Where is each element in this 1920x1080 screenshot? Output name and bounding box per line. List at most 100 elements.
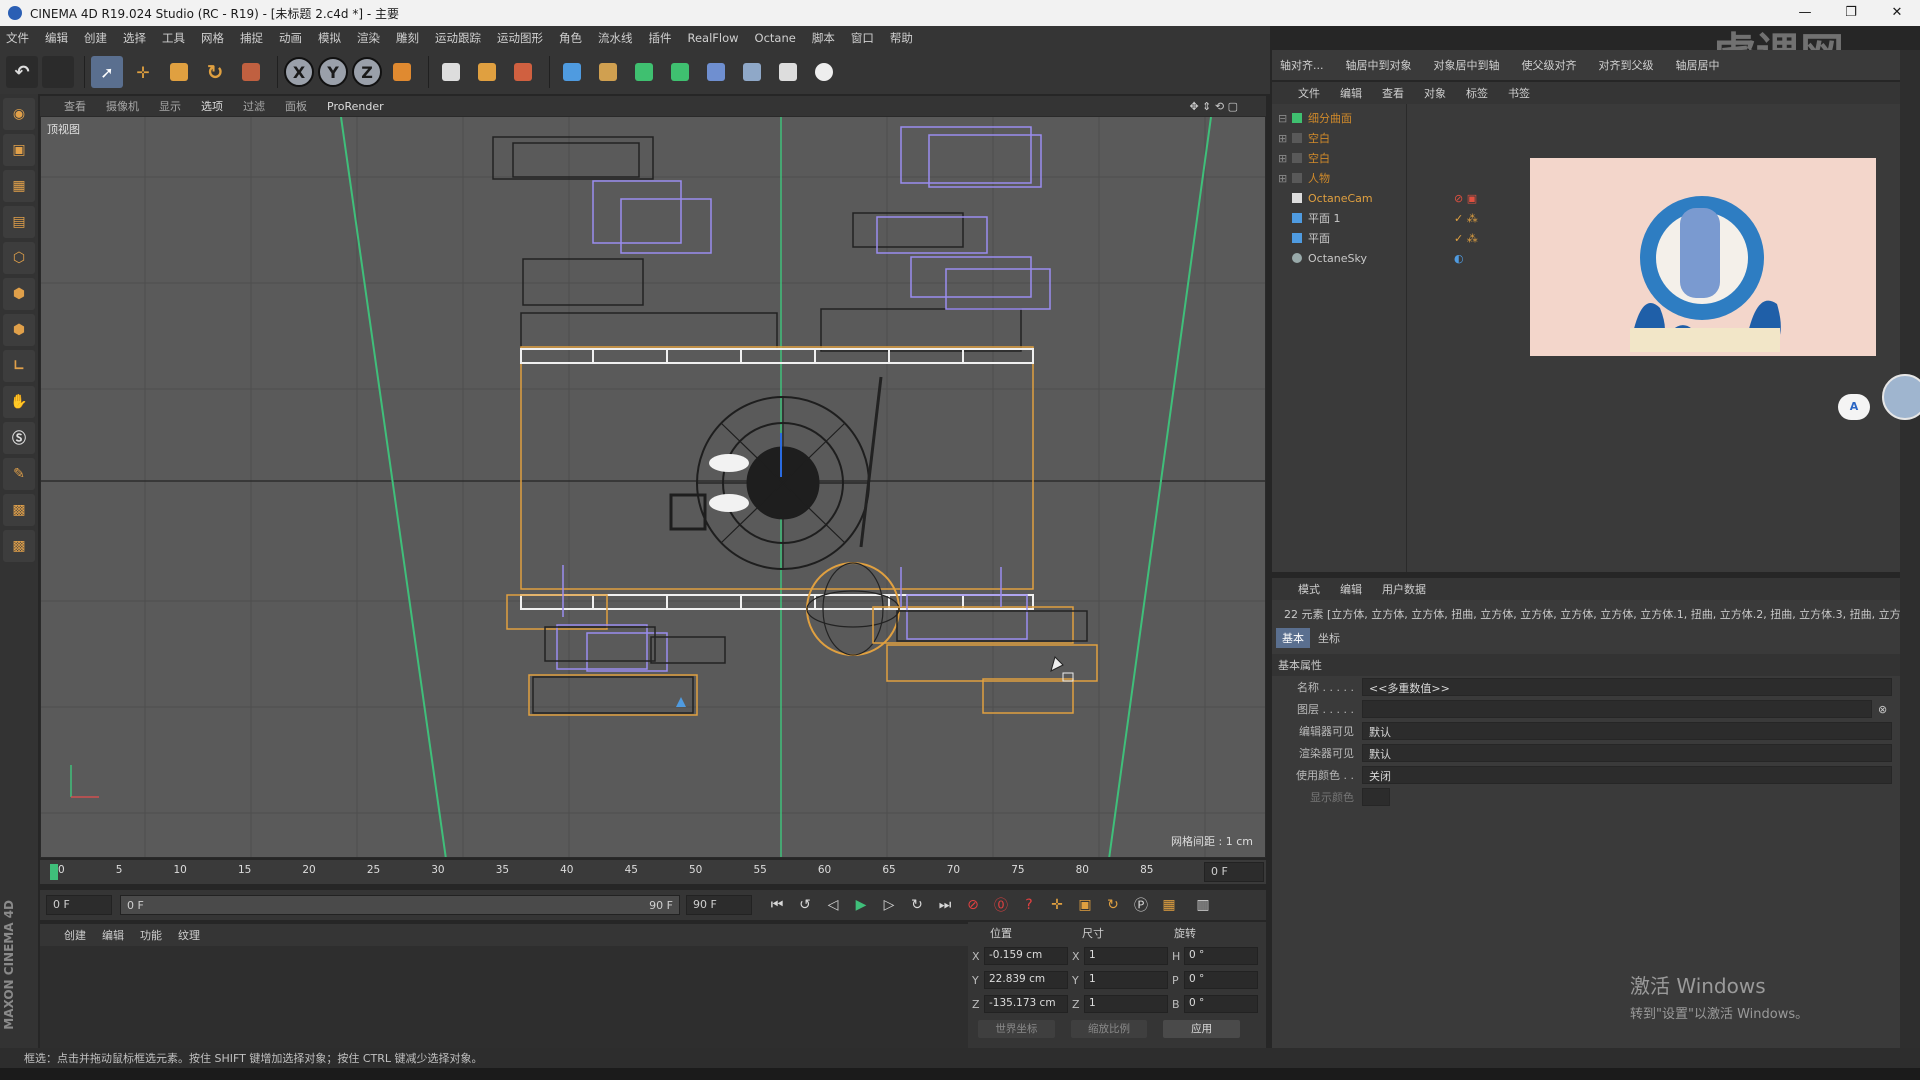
play-button[interactable]: ▶	[850, 894, 872, 916]
goto-start-button[interactable]: ⏮	[766, 894, 788, 916]
material-tag-icon[interactable]: ✓ ⁂	[1454, 232, 1478, 245]
menu-motion-tracking[interactable]: 运动跟踪	[435, 30, 481, 46]
viewport-menu-panel[interactable]: 面板	[285, 98, 307, 114]
editor-visible-dropdown[interactable]: 默认	[1362, 722, 1892, 740]
position-z-field[interactable]: -135.173 cm	[984, 995, 1068, 1013]
edges-mode-button[interactable]: ⬢	[3, 278, 35, 310]
viewport-nav-icons[interactable]: ✥ ⇕ ⟲ ▢	[1189, 100, 1238, 113]
menu-snap[interactable]: 捕捉	[240, 30, 263, 46]
layer-reset-icon[interactable]: ⊗	[1878, 703, 1887, 716]
viewport-menu-options[interactable]: 选项	[201, 98, 223, 114]
om-menu-objects[interactable]: 对象	[1424, 85, 1446, 101]
floor-object-button[interactable]	[736, 56, 768, 88]
menu-octane[interactable]: Octane	[755, 31, 796, 45]
locked-workplane-button[interactable]: ▩	[3, 494, 35, 526]
record-button[interactable]: ⊘	[962, 894, 984, 916]
timeline-ruler[interactable]: 0 5 10 15 20 25 30 35 40 45 50 55 60 65 …	[40, 860, 1266, 884]
viewport-menu-prorender[interactable]: ProRender	[327, 100, 384, 113]
z-axis-lock-button[interactable]: Z	[352, 57, 382, 87]
use-color-dropdown[interactable]: 关闭	[1362, 766, 1892, 784]
tab-basic[interactable]: 基本	[1276, 628, 1310, 648]
rotate-tool-button[interactable]: ↻	[199, 56, 231, 88]
coordinate-space-dropdown[interactable]: 世界坐标	[978, 1020, 1055, 1038]
render-settings-button[interactable]	[507, 56, 539, 88]
move-tool-button[interactable]: ✛	[127, 56, 159, 88]
rotation-h-field[interactable]: 0 °	[1184, 947, 1258, 965]
menu-select[interactable]: 选择	[123, 30, 146, 46]
key-param-button[interactable]: Ⓟ	[1130, 894, 1152, 916]
render-visible-dropdown[interactable]: 默认	[1362, 744, 1892, 762]
menu-realflow[interactable]: RealFlow	[688, 31, 739, 45]
environment-tag-icon[interactable]: ◐	[1454, 252, 1464, 265]
render-view-button[interactable]	[435, 56, 467, 88]
menu-mograph[interactable]: 运动图形	[497, 30, 543, 46]
object-center-to-axis-button[interactable]: 对象居中到轴	[1434, 57, 1500, 73]
menu-render[interactable]: 渲染	[357, 30, 380, 46]
points-mode-button[interactable]: ⬡	[3, 242, 35, 274]
workplane-mode-button[interactable]: ▤	[3, 206, 35, 238]
autokey-button[interactable]: ⓪	[990, 894, 1012, 916]
om-menu-tags[interactable]: 标签	[1466, 85, 1488, 101]
axis-center-button[interactable]: 轴居居中	[1676, 57, 1720, 73]
expand-icon[interactable]: ⊞	[1278, 132, 1292, 145]
size-y-field[interactable]: 1	[1084, 971, 1168, 989]
om-menu-edit[interactable]: 编辑	[1340, 85, 1362, 101]
expand-icon[interactable]: ⊟	[1278, 112, 1292, 125]
menu-create[interactable]: 创建	[84, 30, 107, 46]
next-key-button[interactable]: ↻	[906, 894, 928, 916]
live-selection-button[interactable]: ➚	[91, 56, 123, 88]
axis-align-button[interactable]: 轴对齐...	[1280, 57, 1324, 73]
input-method-bubble[interactable]: A	[1838, 394, 1870, 420]
material-menu-texture[interactable]: 纹理	[178, 927, 200, 943]
key-scale-button[interactable]: ▣	[1074, 894, 1096, 916]
menu-help[interactable]: 帮助	[890, 30, 913, 46]
material-menu-create[interactable]: 创建	[64, 927, 86, 943]
right-side-tabs[interactable]	[1900, 50, 1920, 1048]
expand-icon[interactable]: ⊞	[1278, 152, 1292, 165]
expand-icon[interactable]: ⊞	[1278, 172, 1292, 185]
layer-field[interactable]	[1362, 700, 1872, 718]
top-viewport[interactable]: 顶视图 网格间距 : 1 cm	[40, 116, 1266, 858]
menu-file[interactable]: 文件	[6, 30, 29, 46]
rotation-p-field[interactable]: 0 °	[1184, 971, 1258, 989]
octane-camera-tag-icon[interactable]: ⊘ ▣	[1454, 192, 1477, 205]
deformer-button[interactable]	[700, 56, 732, 88]
key-position-button[interactable]: ✛	[1046, 894, 1068, 916]
viewport-menu-cameras[interactable]: 摄像机	[106, 98, 139, 114]
om-menu-bookmarks[interactable]: 书签	[1508, 85, 1530, 101]
object-row[interactable]: ⊟ 细分曲面	[1278, 108, 1900, 128]
recent-tool-button[interactable]	[235, 56, 267, 88]
rotation-b-field[interactable]: 0 °	[1184, 995, 1258, 1013]
menu-mesh[interactable]: 网格	[201, 30, 224, 46]
om-menu-view[interactable]: 查看	[1382, 85, 1404, 101]
material-list-area[interactable]	[40, 946, 968, 1048]
menu-plugins[interactable]: 插件	[649, 30, 672, 46]
material-menu-edit[interactable]: 编辑	[102, 927, 124, 943]
key-rotation-button[interactable]: ↻	[1102, 894, 1124, 916]
model-mode-button[interactable]: ▣	[3, 134, 35, 166]
position-y-field[interactable]: 22.839 cm	[984, 971, 1068, 989]
align-parent-button[interactable]: 对齐到父级	[1599, 57, 1654, 73]
pen-spline-button[interactable]	[592, 56, 624, 88]
goto-end-button[interactable]: ⏭	[934, 894, 956, 916]
y-axis-lock-button[interactable]: Y	[318, 57, 348, 87]
menu-window[interactable]: 窗口	[851, 30, 874, 46]
scale-tool-button[interactable]	[163, 56, 195, 88]
tab-coordinates[interactable]: 坐标	[1312, 628, 1346, 648]
menu-character[interactable]: 角色	[559, 30, 582, 46]
viewport-menu-filter[interactable]: 过滤	[243, 98, 265, 114]
menu-animate[interactable]: 动画	[279, 30, 302, 46]
viewport-menu-view[interactable]: 查看	[64, 98, 86, 114]
close-button[interactable]: ✕	[1874, 0, 1920, 26]
am-menu-mode[interactable]: 模式	[1298, 581, 1320, 597]
menu-sculpt[interactable]: 雕刻	[396, 30, 419, 46]
size-z-field[interactable]: 1	[1084, 995, 1168, 1013]
end-frame-field[interactable]: 90 F	[686, 895, 752, 915]
timeline-window-button[interactable]: ▥	[1192, 894, 1214, 916]
light-object-button[interactable]	[808, 56, 840, 88]
render-to-picture-viewer-button[interactable]	[471, 56, 503, 88]
display-color-swatch[interactable]	[1362, 788, 1390, 806]
tweak-mode-button[interactable]: ✋	[3, 386, 35, 418]
camera-object-button[interactable]	[772, 56, 804, 88]
menu-edit[interactable]: 编辑	[45, 30, 68, 46]
